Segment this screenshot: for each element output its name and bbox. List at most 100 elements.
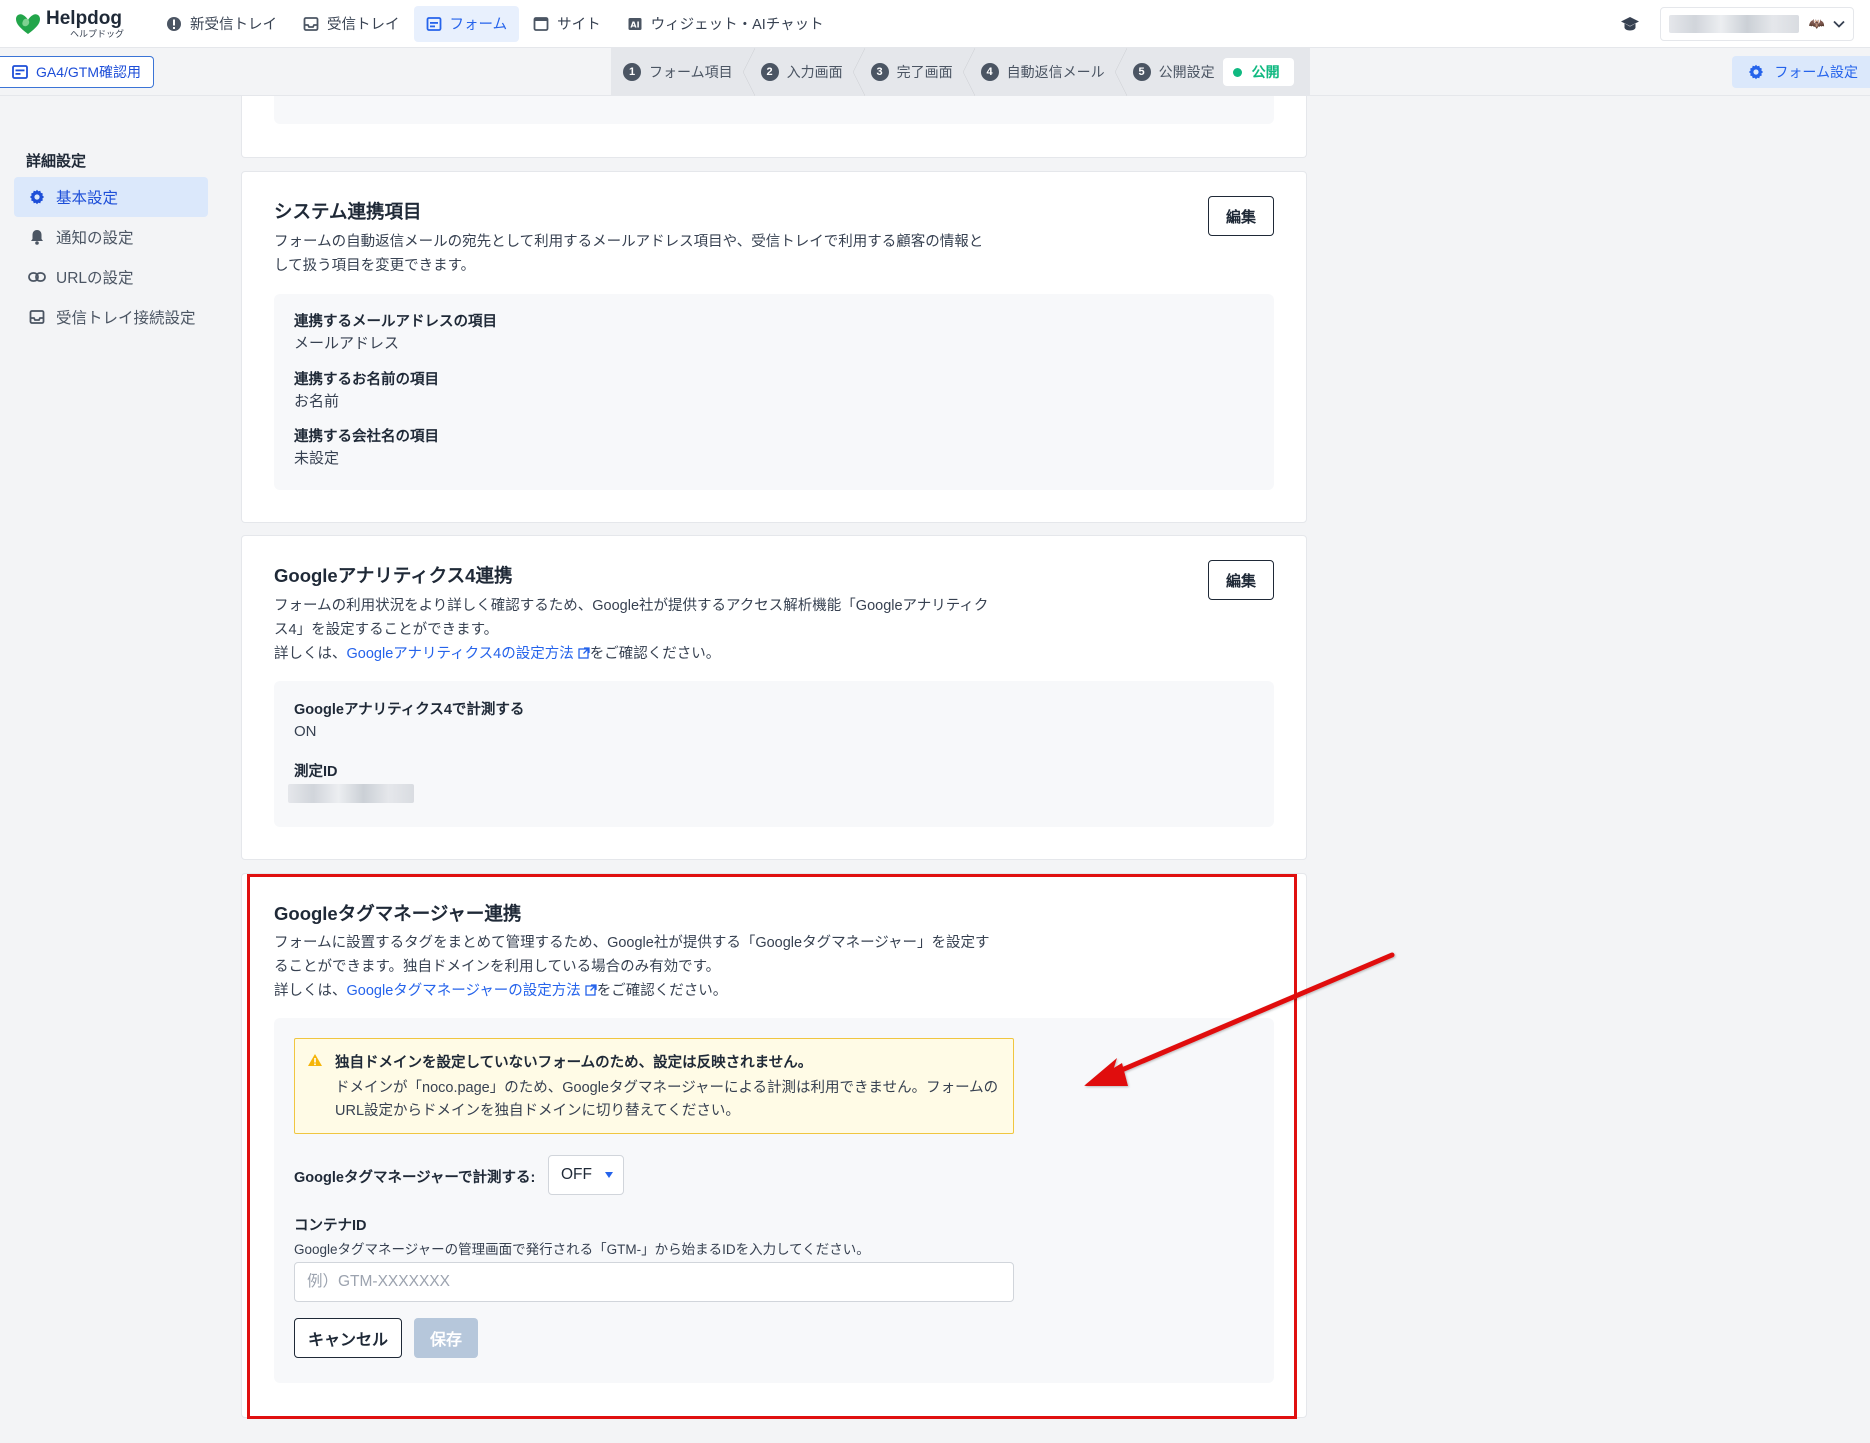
gtm-settings-panel: 独自ドメインを設定していないフォームのため、設定は反映されません。 ドメインが「… <box>274 1018 1274 1383</box>
step-form-items[interactable]: 1 フォーム項目 <box>611 48 755 96</box>
external-link-icon <box>578 647 590 659</box>
field-label: 連携するお名前の項目 <box>294 372 439 388</box>
step-label: 入力画面 <box>786 64 843 80</box>
field-value: 未設定 <box>294 450 340 467</box>
gtm-measure-label: Googleタグマネージャーで計測する: <box>294 1170 536 1186</box>
form-toolbar: GA4/GTM確認用 1 フォーム項目 2 入力画面 3 完了画面 4 自動返信… <box>0 48 1870 96</box>
card-description: フォームに設置するタグをまとめて管理するため、Google社が提供する「Goog… <box>274 935 990 975</box>
previous-settings-panel <box>274 96 1274 124</box>
sidebar-item-url-settings[interactable]: URLの設定 <box>14 257 208 297</box>
card-title: Googleアナリティクス4連携 <box>274 565 513 586</box>
inbox-icon <box>303 16 319 32</box>
form-name-button[interactable]: GA4/GTM確認用 <box>0 56 155 88</box>
gtm-integration-card: Googleタグマネージャー連携 フォームに設置するタグをまとめて管理するため、… <box>241 873 1307 1418</box>
helpdog-logo-icon <box>16 13 40 34</box>
ga4-integration-card: Googleアナリティクス4連携 編集 フォームの利用状況をより詳しく確認するた… <box>241 535 1307 860</box>
settings-sidebar: 詳細設定 基本設定 通知の設定 URLの設定 受信トレイ接続設定 <box>14 150 208 337</box>
field-value: ON <box>294 723 317 740</box>
form-name-label: GA4/GTM確認用 <box>36 64 142 80</box>
gtm-measure-select[interactable]: OFF <box>548 1155 624 1195</box>
container-id-help: Googleタグマネージャーの管理画面で発行される「GTM-」から始まるIDを入… <box>294 1242 870 1257</box>
warning-icon <box>308 1054 322 1066</box>
nav-label: フォーム <box>449 17 508 33</box>
status-dot <box>1232 67 1242 77</box>
card-description: フォームの利用状況をより詳しく確認するため、Google社が提供するアクセス解析… <box>274 598 989 638</box>
field-label: 測定ID <box>294 764 338 780</box>
card-title: システム連携項目 <box>274 201 422 222</box>
step-label: 完了画面 <box>896 64 953 80</box>
step-number: 1 <box>623 63 641 81</box>
form-settings-label: フォーム設定 <box>1774 64 1858 80</box>
previous-settings-card <box>241 96 1307 158</box>
select-value: OFF <box>561 1166 592 1183</box>
helpdog-logo[interactable]: Helpdog ヘルプドッグ <box>14 4 144 44</box>
step-number: 4 <box>980 63 999 81</box>
field-value: メールアドレス <box>294 335 400 352</box>
nav-item-widget-ai-chat[interactable]: AI ウィジェット・AIチャット <box>615 6 836 42</box>
nav-item-inbox[interactable]: 受信トレイ <box>291 6 412 42</box>
edit-button[interactable]: 編集 <box>1208 196 1274 236</box>
card-title: Googleタグマネージャー連携 <box>274 903 522 924</box>
step-number: 5 <box>1132 63 1151 81</box>
ai-icon: AI <box>627 16 643 32</box>
help-suffix: をご確認ください。 <box>596 983 728 999</box>
cancel-button[interactable]: キャンセル <box>294 1318 402 1358</box>
step-auto-reply-mail[interactable]: 4 自動返信メール <box>969 48 1127 96</box>
card-help-line: 詳しくは、Googleタグマネージャーの設定方法 をご確認ください。 <box>274 979 994 1003</box>
inbox-icon <box>28 309 46 325</box>
status-label: 公開 <box>1251 64 1280 80</box>
gear-icon <box>1748 64 1764 80</box>
ga4-setup-link[interactable]: Googleアナリティクス4の設定方法 <box>347 646 574 662</box>
nav-label: ウィジェット・AIチャット <box>650 17 824 33</box>
step-complete-screen[interactable]: 3 完了画面 <box>859 48 975 96</box>
sidebar-item-inbox-connection[interactable]: 受信トレイ接続設定 <box>14 297 208 337</box>
public-status-badge: 公開 <box>1222 58 1294 86</box>
warning-body: ドメインが「noco.page」のため、Googleタグマネージャーによる計測は… <box>335 1080 999 1119</box>
system-integration-panel: 連携するメールアドレスの項目 メールアドレス 連携するお名前の項目 お名前 連携… <box>274 294 1274 490</box>
help-suffix: をご確認ください。 <box>589 646 721 662</box>
nav-item-site[interactable]: サイト <box>521 6 613 42</box>
step-input-screen[interactable]: 2 入力画面 <box>749 48 865 96</box>
sidebar-title: 詳細設定 <box>26 153 87 170</box>
nav-item-new-inbox[interactable]: 新受信トレイ <box>154 6 289 42</box>
bell-icon <box>28 229 46 245</box>
save-button[interactable]: 保存 <box>414 1318 478 1358</box>
form-settings-button[interactable]: フォーム設定 <box>1732 56 1870 88</box>
graduation-cap-icon[interactable] <box>1610 16 1650 32</box>
account-name-redacted <box>1669 15 1799 33</box>
card-description: フォームの自動返信メールの宛先として利用するメールアドレス項目や、受信トレイで利… <box>274 234 984 274</box>
step-number: 3 <box>870 63 889 81</box>
logo-subtitle: ヘルプドッグ <box>70 28 125 39</box>
nav-item-form[interactable]: フォーム <box>413 5 520 42</box>
sidebar-item-label: URLの設定 <box>56 270 134 287</box>
sidebar-item-label: 通知の設定 <box>56 230 134 247</box>
svg-text:AI: AI <box>630 20 639 29</box>
container-id-input[interactable] <box>294 1262 1014 1302</box>
logo-name: Helpdog <box>46 7 122 29</box>
sidebar-item-notification-settings[interactable]: 通知の設定 <box>14 217 208 257</box>
measurement-id-redacted <box>288 784 414 803</box>
gear-icon <box>28 189 46 205</box>
step-label: 公開設定 <box>1158 64 1215 80</box>
gtm-setup-link[interactable]: Googleタグマネージャーの設定方法 <box>347 983 581 999</box>
nav-label: サイト <box>557 17 601 33</box>
sidebar-item-label: 受信トレイ接続設定 <box>56 310 196 327</box>
system-integration-card: システム連携項目 編集 フォームの自動返信メールの宛先として利用するメールアドレ… <box>241 171 1307 523</box>
chevron-down-icon <box>1833 15 1845 33</box>
sidebar-item-basic-settings[interactable]: 基本設定 <box>14 177 208 217</box>
field-label: Googleアナリティクス4で計測する <box>294 702 525 718</box>
step-publish-settings[interactable]: 5 公開設定 公開 <box>1121 48 1310 96</box>
step-number: 2 <box>760 63 779 81</box>
caret-down-icon <box>605 1172 613 1178</box>
edit-button[interactable]: 編集 <box>1208 560 1274 600</box>
site-icon <box>533 16 549 32</box>
account-avatar: 🦇 <box>1808 16 1825 31</box>
sidebar-item-label: 基本設定 <box>56 190 119 207</box>
form-icon <box>426 16 442 32</box>
field-value: お名前 <box>294 393 340 410</box>
main-nav: 新受信トレイ 受信トレイ フォーム サイト AI ウィジェット・AIチャット <box>154 0 838 48</box>
account-menu[interactable]: 🦇 <box>1660 7 1854 41</box>
help-prefix: 詳しくは、 <box>274 983 347 999</box>
top-navigation-bar: Helpdog ヘルプドッグ 新受信トレイ 受信トレイ フォーム サイト AI … <box>0 0 1870 48</box>
domain-warning-alert: 独自ドメインを設定していないフォームのため、設定は反映されません。 ドメインが「… <box>294 1038 1014 1134</box>
